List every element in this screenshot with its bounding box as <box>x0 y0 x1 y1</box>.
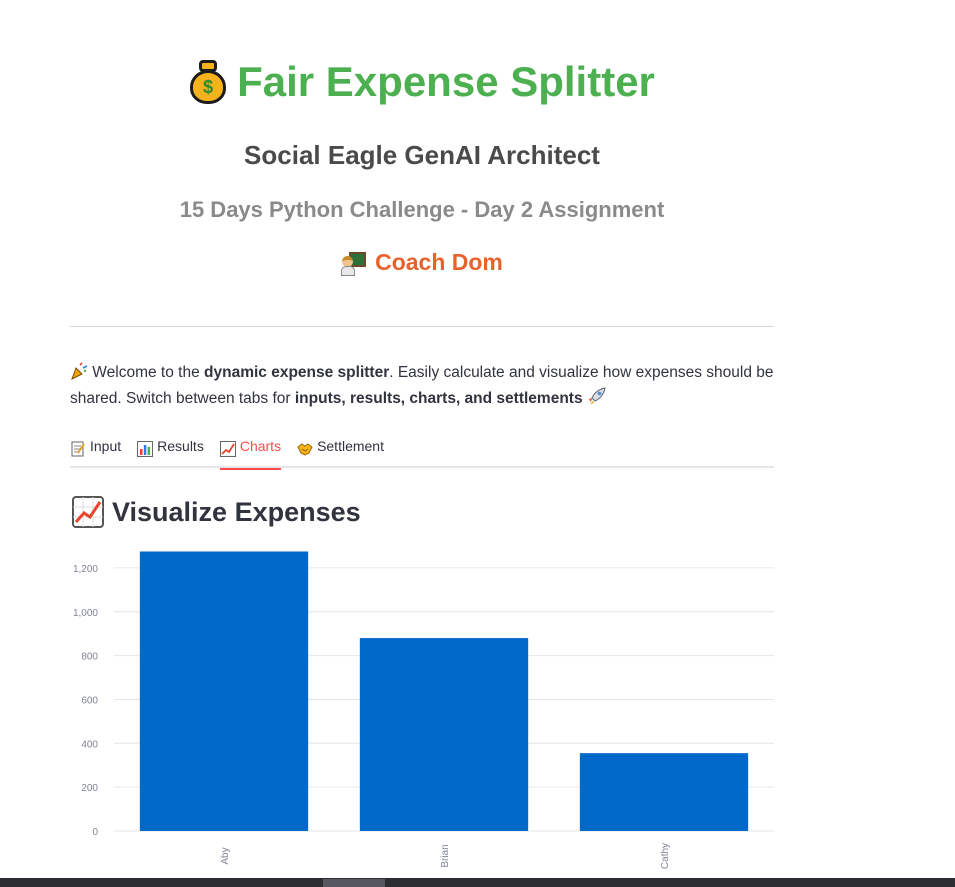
chart-increasing-icon <box>219 438 236 457</box>
teacher-icon <box>341 250 367 276</box>
challenge-subtitle: 15 Days Python Challenge - Day 2 Assignm… <box>179 197 665 222</box>
x-tick-label: Aby <box>220 847 231 864</box>
y-tick-label: 400 <box>81 739 98 750</box>
tab-charts[interactable]: Charts <box>219 432 282 470</box>
intro-prefix: Welcome to the <box>88 364 205 381</box>
bar <box>579 753 749 831</box>
y-tick-label: 0 <box>92 827 98 838</box>
coach-name: Coach Dom <box>375 249 503 275</box>
tab-input[interactable]: Input <box>70 432 121 468</box>
intro-paragraph: Welcome to the dynamic expense splitter.… <box>70 360 774 412</box>
y-tick-label: 200 <box>81 783 98 794</box>
tab-results-label: Results <box>157 438 204 454</box>
intro-bold-tabs: inputs, results, charts, and settlements <box>294 390 583 407</box>
tab-results[interactable]: Results <box>137 432 204 468</box>
rocket-icon <box>588 387 606 404</box>
bar <box>359 638 529 831</box>
x-tick-label: Brian <box>440 844 451 867</box>
y-tick-label: 800 <box>81 652 98 663</box>
horizontal-scrollbar[interactable] <box>0 878 955 887</box>
section-title: Visualize Expenses <box>72 496 361 528</box>
memo-icon <box>70 438 86 457</box>
intro-bold-dynamic: dynamic expense splitter <box>204 364 390 381</box>
x-tick-label: Cathy <box>660 843 671 869</box>
tab-settlement[interactable]: Settlement <box>297 432 384 468</box>
scrollbar-thumb[interactable] <box>323 879 385 887</box>
y-tick-label: 1,200 <box>73 564 98 575</box>
tab-charts-label: Charts <box>239 438 282 454</box>
y-tick-label: 1,000 <box>73 608 98 619</box>
money-bag-icon: $ <box>189 60 227 104</box>
chart-increasing-icon <box>72 496 104 528</box>
y-tick-label: 600 <box>81 695 98 706</box>
bar <box>139 551 309 831</box>
bar-chart-icon <box>137 438 154 457</box>
divider <box>70 326 774 327</box>
app-title-text: Fair Expense Splitter <box>237 58 655 105</box>
section-title-text: Visualize Expenses <box>112 496 361 527</box>
app-title: $ Fair Expense Splitter <box>70 58 774 106</box>
coach-heading: Coach Dom <box>70 249 774 276</box>
tab-bar: Input Results Charts Settlement <box>70 432 774 470</box>
expense-bar-chart: 0 200 400 600 800 1,000 1,200 Aby Brian Cathy <box>73 551 774 869</box>
handshake-icon <box>297 438 313 456</box>
party-popper-icon <box>71 362 88 380</box>
tab-input-label: Input <box>90 438 122 454</box>
tab-settlement-label: Settlement <box>317 438 384 454</box>
subtitle: Social Eagle GenAI Architect <box>244 140 600 170</box>
